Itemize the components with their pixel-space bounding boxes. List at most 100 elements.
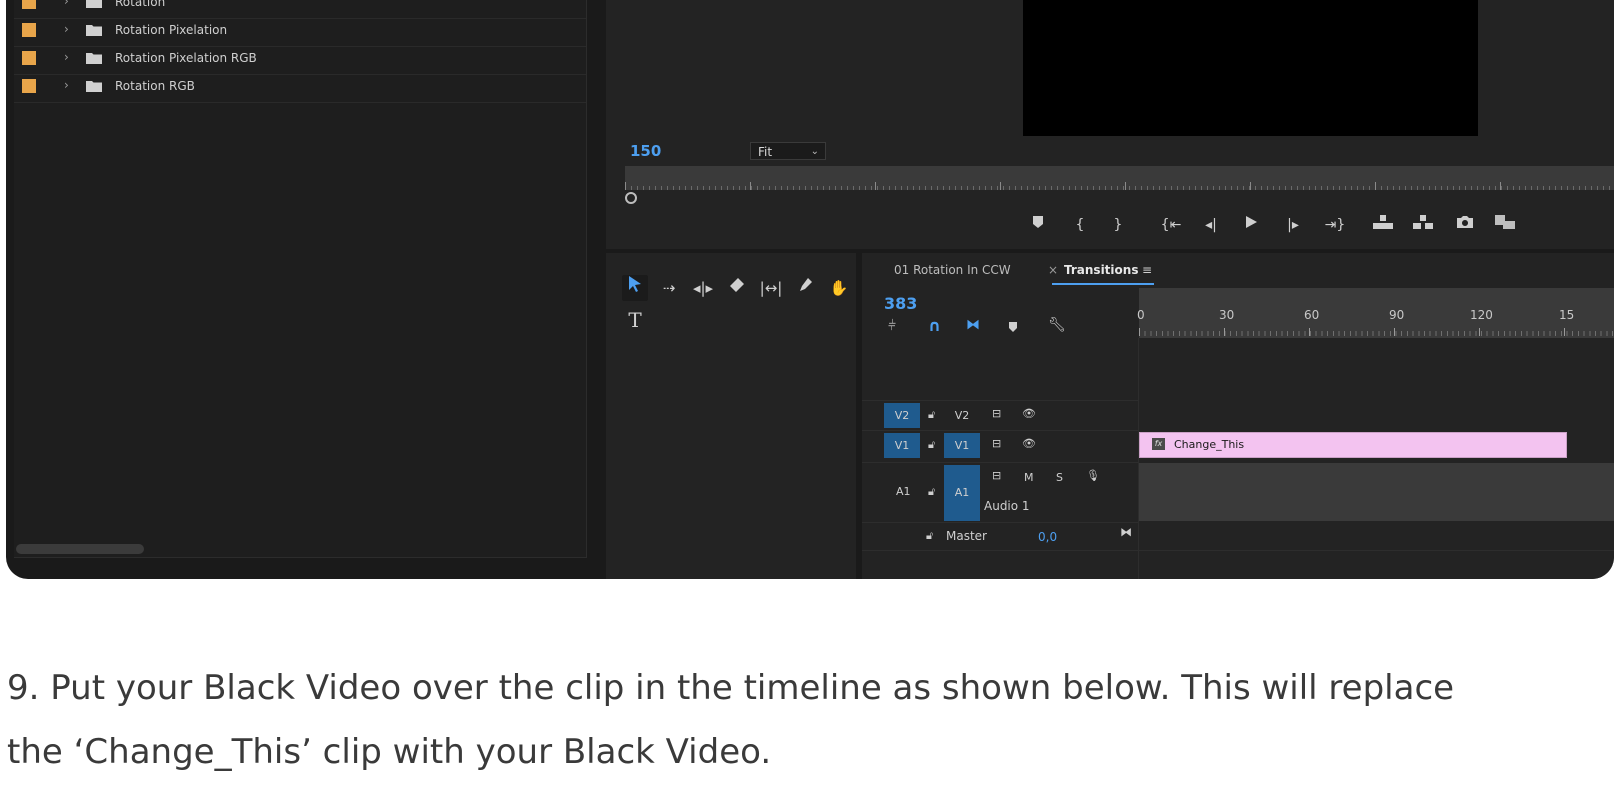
sync-lock-icon[interactable]: ⊟ xyxy=(992,407,1001,420)
label-color-swatch[interactable] xyxy=(22,0,36,9)
zoom-select[interactable]: Fit ⌄ xyxy=(750,142,826,160)
slip-tool[interactable]: |↔| xyxy=(758,275,784,301)
go-to-out-icon: ⇥} xyxy=(1324,217,1346,233)
extract-button[interactable] xyxy=(1410,214,1436,236)
mute-button[interactable]: M xyxy=(1024,471,1034,484)
mark-in-icon: { xyxy=(1075,217,1085,233)
insert-overwrite-sequences-icon[interactable]: ⫩ xyxy=(888,318,896,334)
playhead-timecode[interactable]: 150 xyxy=(630,142,661,160)
folder-icon xyxy=(86,0,102,8)
tab-transitions[interactable]: Transitions xyxy=(1064,263,1138,277)
lock-icon[interactable]: 🔓︎ xyxy=(926,529,933,543)
mark-out-button[interactable]: } xyxy=(1108,214,1128,236)
bin-row-rotation-pixelation[interactable]: › Rotation Pixelation xyxy=(14,19,586,47)
tab-sequence[interactable]: 01 Rotation In CCW xyxy=(894,263,1011,277)
source-patch-v1[interactable]: V1 xyxy=(884,433,920,458)
selection-tool[interactable] xyxy=(622,275,648,301)
instruction-line-1: 9. Put your Black Video over the clip in… xyxy=(7,668,1455,708)
hand-tool[interactable]: ✋ xyxy=(826,275,852,301)
ruler-label: 120 xyxy=(1470,308,1493,322)
label-color-swatch[interactable] xyxy=(22,23,36,37)
ripple-edit-tool[interactable]: ◂|▸ xyxy=(690,275,716,301)
step-forward-button[interactable]: |▸ xyxy=(1282,214,1304,236)
pen-icon xyxy=(800,278,812,291)
step-forward-icon: |▸ xyxy=(1287,217,1299,233)
video-track-v1-lane[interactable]: fx Change_This xyxy=(1139,430,1614,462)
master-volume-value[interactable]: 0,0 xyxy=(1038,530,1057,544)
timeline-panel: 01 Rotation In CCW × Transitions ≡ 383 ⫩… xyxy=(862,253,1614,579)
close-icon[interactable]: × xyxy=(1048,263,1058,277)
source-patch-a1[interactable]: A1 xyxy=(896,485,911,498)
instruction-line-2: the ‘Change_This’ clip with your Black V… xyxy=(7,732,772,772)
snap-magnet-icon[interactable]: ∩ xyxy=(928,316,941,335)
step-back-icon: ◂| xyxy=(1205,217,1217,233)
audio-track-lane[interactable] xyxy=(1139,463,1614,521)
eye-icon[interactable]: 👁︎ xyxy=(1022,407,1036,420)
go-to-out-button[interactable]: ⇥} xyxy=(1322,214,1348,236)
label-color-swatch[interactable] xyxy=(22,51,36,65)
monitor-time-ruler[interactable] xyxy=(625,166,1614,190)
lift-button[interactable] xyxy=(1370,214,1396,236)
sync-lock-icon[interactable]: ⊟ xyxy=(992,437,1001,450)
add-marker-button[interactable] xyxy=(1028,214,1048,236)
bin-row-rotation-pixelation-rgb[interactable]: › Rotation Pixelation RGB xyxy=(14,47,586,75)
wrench-icon[interactable]: 🔧︎ xyxy=(1048,317,1066,333)
mark-out-icon: } xyxy=(1113,217,1123,233)
ruler-label: 60 xyxy=(1304,308,1320,322)
bin-label: Rotation Pixelation RGB xyxy=(115,51,257,65)
track-select-tool[interactable]: ⇢ xyxy=(656,275,682,301)
ruler-label: 30 xyxy=(1219,308,1235,322)
track-header-a1: A1 🔓︎ A1 ⊟ M S 🎙︎ Audio 1 xyxy=(862,462,1138,523)
chevron-right-icon[interactable]: › xyxy=(64,78,69,92)
lock-icon[interactable]: 🔓︎ xyxy=(928,408,935,422)
play-button[interactable] xyxy=(1240,214,1262,236)
eye-icon[interactable]: 👁︎ xyxy=(1022,437,1036,450)
panel-menu-icon[interactable]: ≡ xyxy=(1142,263,1152,277)
comparison-view-button[interactable] xyxy=(1492,214,1518,236)
chevron-right-icon[interactable]: › xyxy=(64,50,69,64)
track-header-v1: V1 🔓︎ V1 ⊟ 👁︎ xyxy=(862,430,1138,463)
export-frame-button[interactable] xyxy=(1454,214,1476,236)
pen-tool[interactable] xyxy=(792,275,818,301)
chevron-right-icon[interactable]: › xyxy=(64,22,69,36)
track-target-a1[interactable]: A1 xyxy=(944,465,980,521)
lock-icon[interactable]: 🔓︎ xyxy=(928,485,935,499)
timeline-timecode[interactable]: 383 xyxy=(884,294,917,313)
selection-arrow-icon xyxy=(629,276,641,292)
microphone-icon[interactable]: 🎙︎ xyxy=(1086,469,1100,482)
bin-row-rotation-rgb[interactable]: › Rotation RGB xyxy=(14,75,586,103)
track-divider xyxy=(862,550,1614,551)
track-name-audio-1: Audio 1 xyxy=(984,499,1030,513)
track-target-v2[interactable]: V2 xyxy=(944,403,980,428)
track-header-master: 🔓︎ Master 0,0 ⧓ xyxy=(862,522,1138,551)
mark-in-button[interactable]: { xyxy=(1070,214,1090,236)
add-marker-icon[interactable] xyxy=(1008,318,1018,337)
linked-selection-icon[interactable]: ⧓ xyxy=(966,317,980,333)
track-target-v1[interactable]: V1 xyxy=(944,433,980,458)
go-to-in-button[interactable]: {⇤ xyxy=(1158,214,1184,236)
type-icon: T xyxy=(628,308,642,332)
active-tab-underline xyxy=(1052,283,1154,285)
timeline-ruler[interactable]: 0 30 60 90 120 15 xyxy=(1137,288,1614,338)
source-patch-v2[interactable]: V2 xyxy=(884,403,920,428)
playhead-handle[interactable] xyxy=(625,192,637,204)
clip-name: Change_This xyxy=(1174,438,1245,451)
clip-change-this[interactable]: fx Change_This xyxy=(1139,432,1567,458)
fx-badge[interactable]: fx xyxy=(1152,438,1165,450)
timeline-header: 383 ⫩ ∩ ⧓ 🔧︎ xyxy=(862,288,1138,338)
meter-toggle-icon[interactable]: ⧓ xyxy=(1120,525,1132,539)
lock-icon[interactable]: 🔓︎ xyxy=(928,438,935,452)
horizontal-scrollbar[interactable] xyxy=(16,544,144,554)
solo-button[interactable]: S xyxy=(1056,471,1063,484)
razor-tool[interactable] xyxy=(724,275,750,301)
bin-row-rotation[interactable]: › Rotation xyxy=(14,0,586,19)
chevron-right-icon[interactable]: › xyxy=(64,0,69,8)
type-tool[interactable]: T xyxy=(622,307,648,333)
folder-icon xyxy=(86,25,102,36)
step-back-button[interactable]: ◂| xyxy=(1200,214,1222,236)
lift-icon xyxy=(1373,215,1393,229)
bin-label: Rotation xyxy=(115,0,166,9)
instruction-text: 9. Put your Black Video over the clip in… xyxy=(7,656,1567,784)
label-color-swatch[interactable] xyxy=(22,79,36,93)
sync-lock-icon[interactable]: ⊟ xyxy=(992,469,1001,482)
